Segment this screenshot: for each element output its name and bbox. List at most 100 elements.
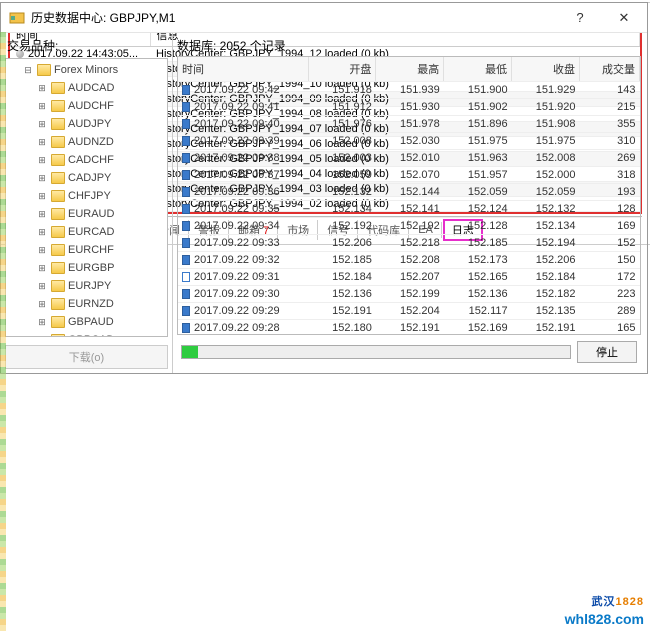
tree-label: EURCAD	[68, 224, 114, 240]
tree-item-gbpcad[interactable]: ⊞ GBPCAD	[6, 331, 167, 337]
folder-icon	[51, 172, 65, 184]
history-center-window: 历史数据中心: GBPJPY,M1 ? ✕ 交易品种: ⊟Forex Minor…	[0, 2, 648, 374]
folder-icon	[51, 82, 65, 94]
tree-expander[interactable]: ⊞	[36, 224, 48, 240]
tree-expander[interactable]: ⊞	[36, 296, 48, 312]
table-row[interactable]: 2017.09.22 09:28152.180152.191152.169152…	[178, 320, 640, 335]
table-row[interactable]: 2017.09.22 09:38152.003152.010151.963152…	[178, 150, 640, 167]
table-row[interactable]: 2017.09.22 09:31152.184152.207152.165152…	[178, 269, 640, 286]
candle-icon	[182, 204, 190, 214]
candle-icon	[182, 289, 190, 299]
tree-item-eurchf[interactable]: ⊞EURCHF	[6, 241, 167, 259]
tree-expander[interactable]: ⊞	[36, 80, 48, 96]
table-row[interactable]: 2017.09.22 09:37152.059152.070151.957152…	[178, 167, 640, 184]
col-4[interactable]: 收盘	[512, 57, 580, 82]
tree-label: AUDNZD	[68, 134, 114, 150]
folder-icon	[51, 262, 65, 274]
stop-button[interactable]: 停止	[577, 341, 637, 363]
tree-expander[interactable]: ⊞	[36, 206, 48, 222]
table-row[interactable]: 2017.09.22 09:41151.912151.930151.902151…	[178, 99, 640, 116]
folder-icon	[51, 118, 65, 130]
tree-expander[interactable]: ⊞	[36, 278, 48, 294]
tree-label: CADCHF	[68, 152, 114, 168]
tree-item-gbpaud[interactable]: ⊞ GBPAUD	[6, 313, 167, 331]
col-5[interactable]: 成交量	[580, 57, 640, 82]
tree-item-audchf[interactable]: ⊞ AUDCHF	[6, 97, 167, 115]
table-row[interactable]: 2017.09.22 09:33152.206152.218152.185152…	[178, 235, 640, 252]
tree-item-cadchf[interactable]: ⊞ CADCHF	[6, 151, 167, 169]
col-1[interactable]: 开盘	[308, 57, 376, 82]
right-panel: 数据库: 2052 个记录 时间开盘最高最低收盘成交量 2017.09.22 0…	[173, 33, 647, 373]
folder-icon	[51, 100, 65, 112]
tree-expander[interactable]: ⊞	[36, 134, 48, 150]
table-row[interactable]: 2017.09.22 09:39152.008152.030151.975151…	[178, 133, 640, 150]
candle-icon	[182, 119, 190, 129]
candle-icon	[182, 170, 190, 180]
col-2[interactable]: 最高	[376, 57, 444, 82]
tree-expander[interactable]: ⊟	[22, 62, 34, 78]
tree-item-eurnzd[interactable]: ⊞ EURNZD	[6, 295, 167, 313]
left-panel: 交易品种: ⊟Forex Minors⊞AUDCAD⊞AUDCHF⊞AUDJPY…	[1, 33, 173, 373]
folder-icon	[51, 136, 65, 148]
tree-item-audjpy[interactable]: ⊞ AUDJPY	[6, 115, 167, 133]
titlebar: 历史数据中心: GBPJPY,M1 ? ✕	[1, 3, 647, 33]
tree-label: EURNZD	[68, 296, 114, 312]
watermark: 武汉1828 whl828.com	[565, 585, 644, 627]
candle-icon	[182, 221, 190, 231]
table-row[interactable]: 2017.09.22 09:30152.136152.199152.136152…	[178, 286, 640, 303]
tree-item-audnzd[interactable]: ⊞ AUDNZD	[6, 133, 167, 151]
table-row[interactable]: 2017.09.22 09:29152.191152.204152.117152…	[178, 303, 640, 320]
table-row[interactable]: 2017.09.22 09:35152.134152.141152.124152…	[178, 201, 640, 218]
tree-item-eurgbp[interactable]: ⊞EURGBP	[6, 259, 167, 277]
close-button[interactable]: ✕	[609, 10, 639, 26]
folder-icon	[51, 190, 65, 202]
folder-icon	[51, 244, 65, 256]
tree-expander[interactable]: ⊞	[36, 188, 48, 204]
col-3[interactable]: 最低	[444, 57, 512, 82]
candle-icon	[182, 153, 190, 163]
tree-item-forex minors[interactable]: ⊟Forex Minors	[6, 61, 167, 79]
tree-expander[interactable]: ⊞	[36, 152, 48, 168]
candle-icon	[182, 187, 190, 197]
folder-icon	[51, 154, 65, 166]
table-row[interactable]: 2017.09.22 09:32152.185152.208152.173152…	[178, 252, 640, 269]
tree-label: GBPAUD	[68, 314, 114, 330]
col-0[interactable]: 时间	[178, 57, 308, 82]
table-row[interactable]: 2017.09.22 09:42151.918151.939151.900151…	[178, 82, 640, 99]
download-button: 下载(o)	[5, 345, 168, 369]
tree-item-chfjpy[interactable]: ⊞ CHFJPY	[6, 187, 167, 205]
folder-icon	[51, 280, 65, 292]
candle-icon	[182, 102, 190, 112]
table-row[interactable]: 2017.09.22 09:36152.132152.144152.059152…	[178, 184, 640, 201]
data-grid-scroll[interactable]: 时间开盘最高最低收盘成交量 2017.09.22 09:42151.918151…	[178, 57, 640, 334]
tree-expander[interactable]: ⊞	[36, 242, 48, 258]
table-row[interactable]: 2017.09.22 09:34152.192152.192152.128152…	[178, 218, 640, 235]
tree-item-euraud[interactable]: ⊞ EURAUD	[6, 205, 167, 223]
tree-item-eurjpy[interactable]: ⊞EURJPY	[6, 277, 167, 295]
tree-expander[interactable]: ⊞	[36, 260, 48, 276]
tree-item-cadjpy[interactable]: ⊞CADJPY	[6, 169, 167, 187]
tree-expander[interactable]: ⊞	[36, 116, 48, 132]
tree-expander[interactable]: ⊞	[36, 314, 48, 330]
tree-label: CHFJPY	[68, 188, 111, 204]
table-row[interactable]: 2017.09.22 09:40151.976151.978151.896151…	[178, 116, 640, 133]
window-title: 历史数据中心: GBPJPY,M1	[31, 9, 565, 26]
tree-expander[interactable]: ⊞	[36, 170, 48, 186]
candle-icon	[182, 272, 190, 282]
folder-icon	[51, 334, 65, 337]
candle-icon	[182, 136, 190, 146]
tree-item-audcad[interactable]: ⊞AUDCAD	[6, 79, 167, 97]
symbol-tree[interactable]: ⊟Forex Minors⊞AUDCAD⊞AUDCHF⊞AUDJPY⊞AUDNZ…	[5, 58, 168, 337]
tree-expander[interactable]: ⊞	[36, 332, 48, 337]
folder-icon	[51, 208, 65, 220]
tree-expander[interactable]: ⊞	[36, 98, 48, 114]
decorative-edge	[0, 32, 6, 631]
tree-label: AUDJPY	[68, 116, 111, 132]
tree-label: AUDCHF	[68, 98, 114, 114]
help-button[interactable]: ?	[565, 10, 595, 26]
tree-label: EURAUD	[68, 206, 114, 222]
tree-item-eurcad[interactable]: ⊞ EURCAD	[6, 223, 167, 241]
symbols-label: 交易品种:	[1, 33, 172, 58]
tree-label: GBPCAD	[68, 332, 114, 337]
folder-icon	[51, 226, 65, 238]
